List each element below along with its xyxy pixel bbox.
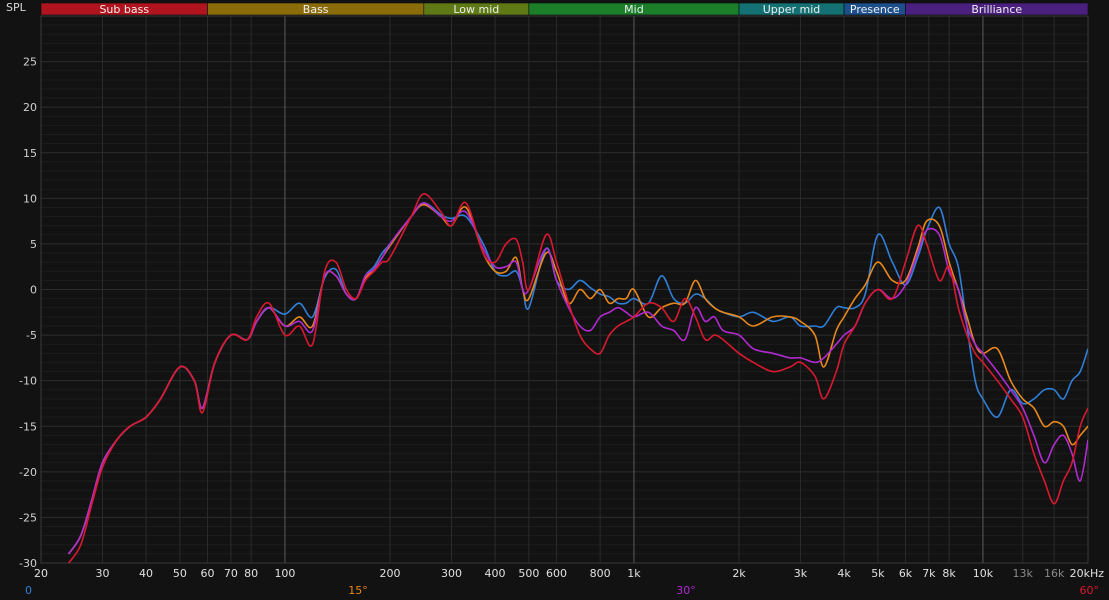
x-tick-label: 30 bbox=[95, 567, 109, 580]
x-tick-label: 8k bbox=[942, 567, 956, 580]
y-tick-label: -5 bbox=[26, 329, 37, 342]
band-label: Low mid bbox=[453, 3, 499, 16]
x-tick-label: 20 bbox=[34, 567, 48, 580]
legend-entry: 60° bbox=[1080, 584, 1100, 597]
plot-background bbox=[0, 0, 1109, 600]
x-tick-label: 800 bbox=[590, 567, 611, 580]
x-tick-label: 20kHz bbox=[1070, 567, 1105, 580]
x-tick-label: 6k bbox=[899, 567, 913, 580]
legend-entry: 15° bbox=[348, 584, 368, 597]
x-tick-label: 40 bbox=[139, 567, 153, 580]
x-tick-label: 3k bbox=[794, 567, 808, 580]
y-tick-label: 20 bbox=[23, 101, 37, 114]
band-label: Sub bass bbox=[99, 3, 149, 16]
x-tick-label: 10k bbox=[973, 567, 994, 580]
x-tick-label: 400 bbox=[485, 567, 506, 580]
x-tick-label: 100 bbox=[274, 567, 295, 580]
band-label: Presence bbox=[850, 3, 900, 16]
x-tick-label: 300 bbox=[441, 567, 462, 580]
x-tick-label: 50 bbox=[173, 567, 187, 580]
legend-entry: 30° bbox=[676, 584, 696, 597]
x-tick-label: 5k bbox=[871, 567, 885, 580]
band-label: Bass bbox=[303, 3, 329, 16]
band-label: Brilliance bbox=[971, 3, 1022, 16]
x-tick-label: 80 bbox=[244, 567, 258, 580]
y-tick-label: 5 bbox=[30, 238, 37, 251]
x-tick-label: 200 bbox=[380, 567, 401, 580]
x-tick-label: 2k bbox=[732, 567, 746, 580]
y-tick-label: -20 bbox=[19, 466, 37, 479]
x-tick-label: 16k bbox=[1044, 567, 1065, 580]
frequency-response-chart: Sub bass Bass Low mid Mid Upper mid Presence B… bbox=[0, 0, 1109, 600]
x-tick-label: 600 bbox=[546, 567, 567, 580]
x-tick-label: 70 bbox=[224, 567, 238, 580]
y-tick-label: -25 bbox=[19, 511, 37, 524]
x-tick-label: 1k bbox=[627, 567, 641, 580]
y-tick-label: 0 bbox=[30, 284, 37, 297]
x-tick-label: 7k bbox=[922, 567, 936, 580]
y-tick-label: -10 bbox=[19, 375, 37, 388]
x-tick-label: 4k bbox=[837, 567, 851, 580]
y-axis-label: SPL bbox=[6, 1, 27, 14]
x-tick-label: 60 bbox=[201, 567, 215, 580]
y-tick-label: 15 bbox=[23, 147, 37, 160]
x-tick-label: 13k bbox=[1013, 567, 1034, 580]
legend-entry: 0 bbox=[25, 584, 32, 597]
x-tick-label: 500 bbox=[518, 567, 539, 580]
y-tick-label: 25 bbox=[23, 56, 37, 69]
frequency-band-bar: Sub bass Bass Low mid Mid Upper mid Presence B… bbox=[40, 2, 1089, 16]
band-label: Upper mid bbox=[763, 3, 821, 16]
y-tick-label: 10 bbox=[23, 192, 37, 205]
band-label: Mid bbox=[624, 3, 644, 16]
y-tick-label: -15 bbox=[19, 420, 37, 433]
